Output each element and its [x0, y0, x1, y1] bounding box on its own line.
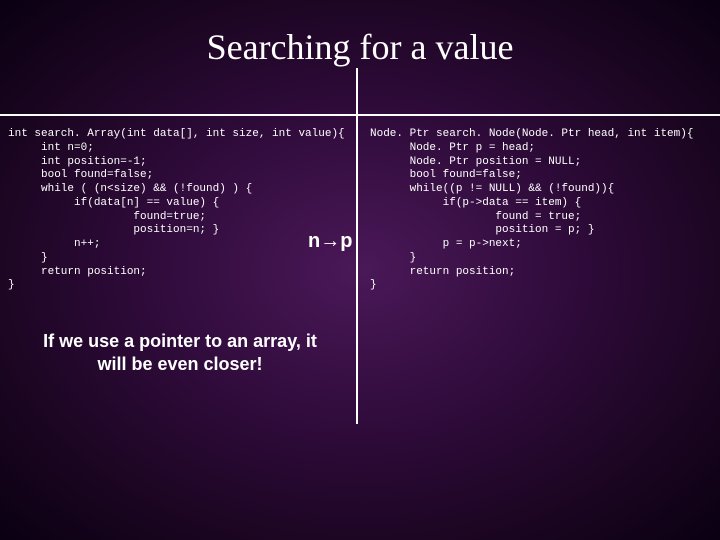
slide-title: Searching for a value — [0, 0, 720, 78]
arrow-right-icon: → — [320, 230, 340, 252]
divider-vertical-main — [356, 114, 358, 424]
footer-note: If we use a pointer to an array, it will… — [40, 330, 320, 375]
n-to-p-label: n→p — [308, 230, 352, 253]
code-block-left: int search. Array(int data[], int size, … — [8, 128, 345, 293]
np-left: n — [308, 230, 320, 252]
divider-horizontal — [0, 114, 720, 116]
divider-vertical-top — [356, 68, 358, 114]
np-right: p — [340, 230, 352, 252]
code-block-right: Node. Ptr search. Node(Node. Ptr head, i… — [370, 128, 693, 293]
